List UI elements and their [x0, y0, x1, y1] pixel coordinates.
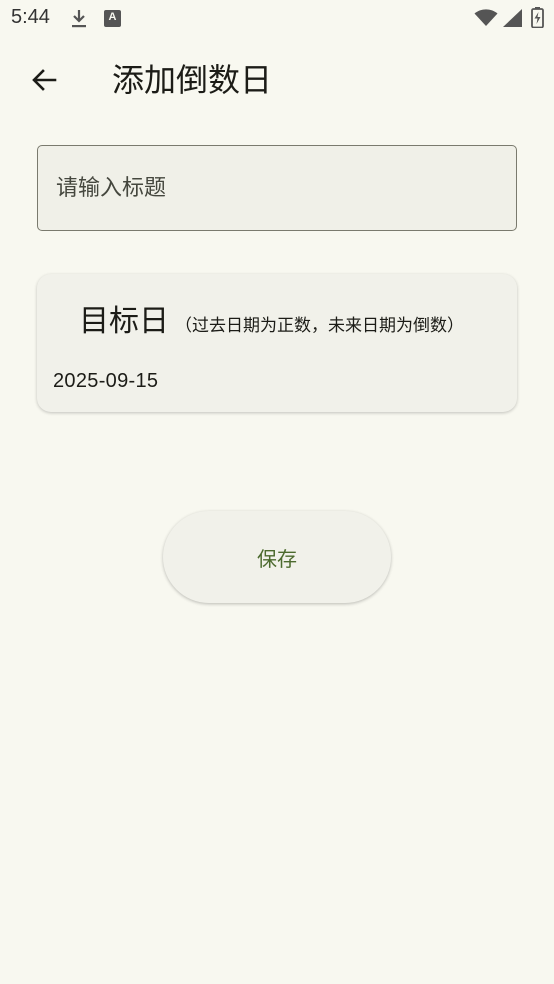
- target-date-header: 目标日 （过去日期为正数，未来日期为倒数）: [79, 296, 464, 340]
- page-title: 添加倒数日: [112, 61, 273, 99]
- signal-icon: [503, 9, 522, 27]
- status-time: 5:44: [11, 6, 50, 28]
- status-bar: 5:44 A: [0, 0, 554, 38]
- arrow-back-icon: [32, 69, 57, 91]
- battery-icon: [531, 7, 544, 28]
- text-a-glyph: A: [108, 11, 117, 23]
- target-date-value[interactable]: 2025-09-15: [53, 370, 158, 393]
- title-input[interactable]: [37, 145, 517, 231]
- screen: 5:44 A 添加倒数日 目标日 （过去日期为正数，未来日期为倒: [0, 0, 554, 984]
- target-date-hint: （过去日期为正数，未来日期为倒数）: [175, 316, 464, 336]
- save-button[interactable]: 保存: [163, 511, 391, 603]
- download-icon: [72, 10, 86, 28]
- back-button[interactable]: [24, 60, 64, 100]
- wifi-icon: [474, 9, 498, 26]
- text-a-icon: A: [104, 10, 121, 27]
- target-date-label: 目标日: [79, 304, 169, 339]
- target-date-card[interactable]: 目标日 （过去日期为正数，未来日期为倒数） 2025-09-15: [37, 274, 517, 412]
